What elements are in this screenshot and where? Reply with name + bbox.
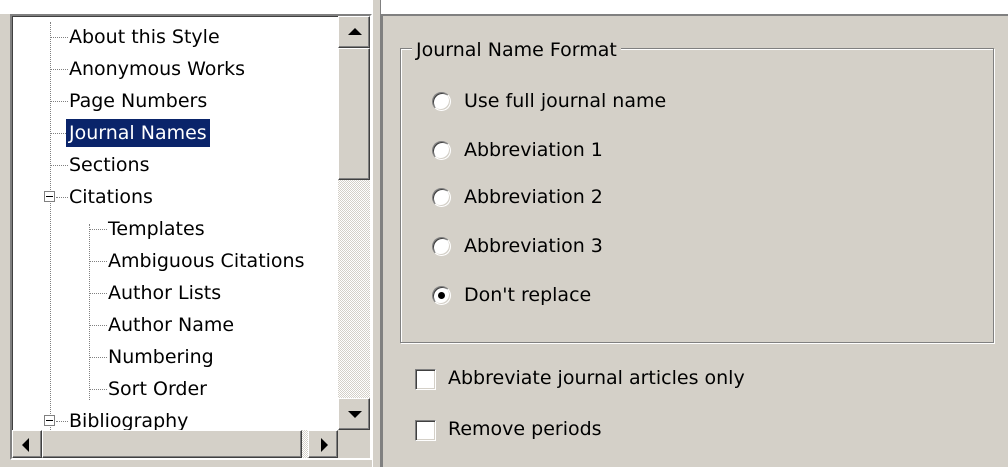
tree-content: About this Style Anonymous Works Page Nu…: [12, 16, 337, 430]
radio-button[interactable]: [432, 141, 451, 160]
tree-line: [50, 22, 51, 430]
tree-item-citations[interactable]: Citations: [66, 183, 156, 211]
scroll-right-button[interactable]: [308, 430, 338, 458]
radio-label: Abbreviation 3: [464, 235, 603, 257]
checkbox[interactable]: [415, 369, 436, 390]
tree-item-author-name[interactable]: Author Name: [105, 311, 237, 339]
tree-item-sections[interactable]: Sections: [66, 151, 153, 179]
radio-button-checked[interactable]: [432, 286, 451, 305]
top-strip: [0, 0, 1008, 14]
tree-item-anonymous-works[interactable]: Anonymous Works: [66, 55, 248, 83]
collapse-bibliography-icon[interactable]: [44, 415, 55, 426]
tree-horizontal-scrollbar[interactable]: [12, 430, 338, 458]
radio-button[interactable]: [432, 188, 451, 207]
scroll-up-button[interactable]: [338, 16, 370, 48]
radio-label: Abbreviation 2: [464, 186, 603, 208]
tree-item-ambiguous-citations[interactable]: Ambiguous Citations: [105, 247, 308, 275]
arrow-down-icon: [348, 411, 362, 418]
journal-name-format-legend: Journal Name Format: [412, 38, 621, 62]
tree-item-page-numbers[interactable]: Page Numbers: [66, 87, 210, 115]
tree-item-sort-order[interactable]: Sort Order: [105, 375, 210, 403]
style-section-tree[interactable]: About this Style Anonymous Works Page Nu…: [10, 14, 372, 460]
arrow-up-icon: [348, 28, 362, 35]
checkbox-label: Abbreviate journal articles only: [448, 367, 745, 389]
radio-label: Use full journal name: [464, 90, 667, 112]
tree-item-numbering[interactable]: Numbering: [105, 343, 217, 371]
radio-button[interactable]: [432, 237, 451, 256]
tree-item-bibliography[interactable]: Bibliography: [66, 407, 191, 430]
radio-button[interactable]: [432, 92, 451, 111]
tree-vertical-scrollbar[interactable]: [338, 16, 370, 430]
scrollbar-corner: [338, 430, 370, 458]
tree-item-about-this-style[interactable]: About this Style: [66, 23, 223, 51]
checkbox[interactable]: [415, 420, 436, 441]
collapse-citations-icon[interactable]: [44, 191, 55, 202]
scroll-thumb[interactable]: [338, 48, 370, 180]
tree-item-author-lists[interactable]: Author Lists: [105, 279, 224, 307]
pane-splitter[interactable]: [372, 0, 381, 467]
tree-item-journal-names[interactable]: Journal Names: [66, 119, 210, 147]
arrow-left-icon: [22, 438, 29, 452]
tree-item-templates[interactable]: Templates: [105, 215, 208, 243]
scroll-left-button[interactable]: [12, 430, 42, 458]
tree-line: [89, 224, 90, 400]
radio-label: Abbreviation 1: [464, 139, 603, 161]
horizontal-scroll-thumb[interactable]: [42, 430, 302, 458]
radio-label: Don't replace: [464, 284, 592, 306]
scroll-down-button[interactable]: [338, 398, 370, 430]
checkbox-label: Remove periods: [448, 418, 602, 440]
arrow-right-icon: [321, 438, 328, 452]
